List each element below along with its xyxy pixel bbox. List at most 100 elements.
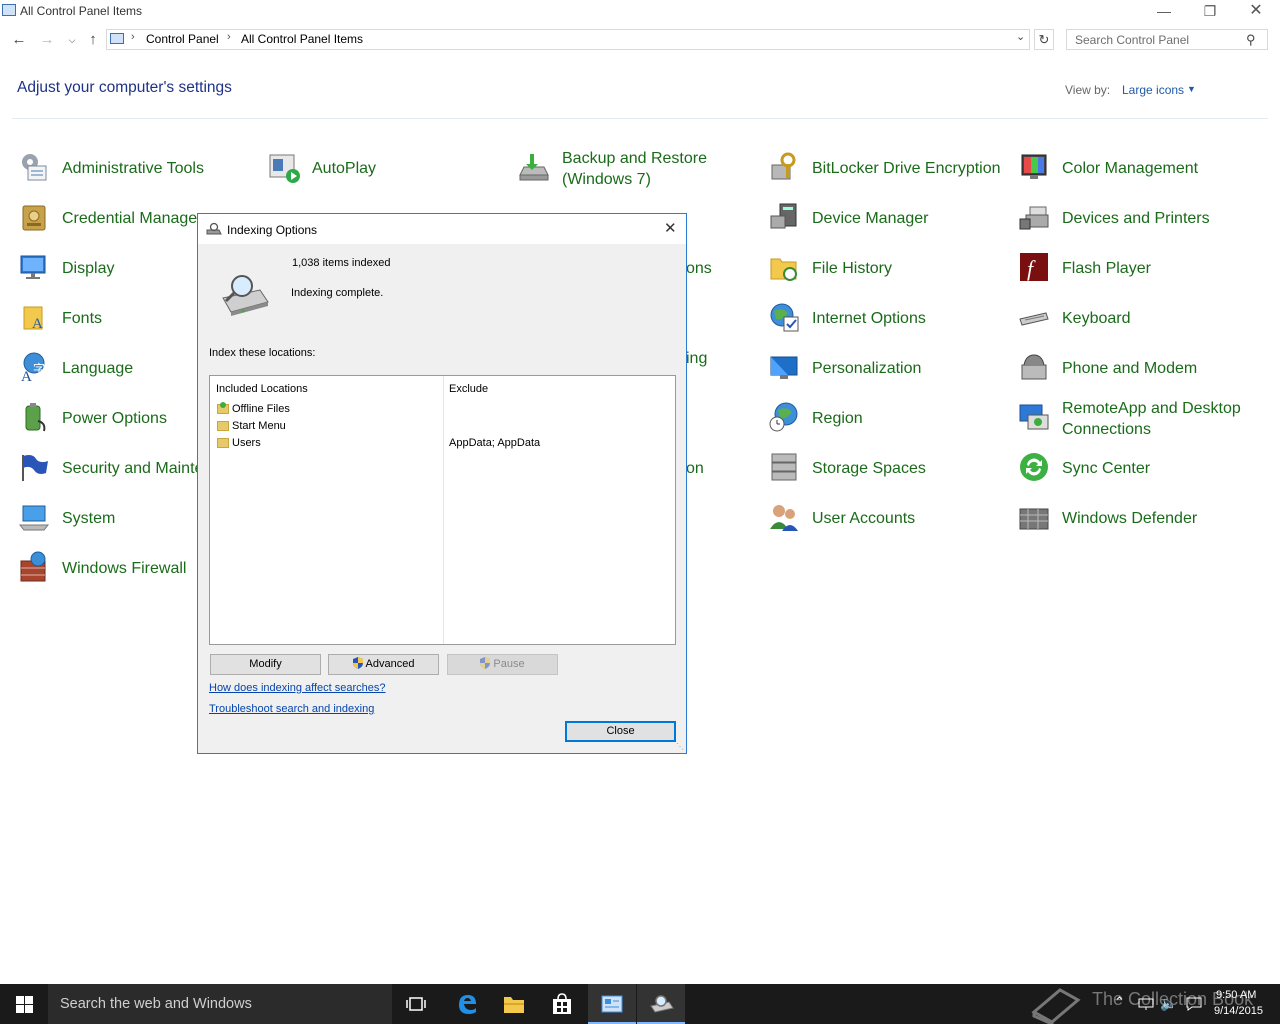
item-label[interactable]: Fonts	[62, 308, 102, 329]
column-header-included[interactable]: Included Locations	[216, 383, 308, 395]
list-item[interactable]: Start Menu	[215, 419, 675, 435]
restore-button[interactable]: ❐	[1187, 0, 1233, 24]
item-flash-player[interactable]: f Flash Player	[1018, 248, 1218, 288]
item-autoplay[interactable]: AutoPlay	[268, 148, 468, 188]
item-internet-options[interactable]: Internet Options	[768, 298, 968, 338]
chevron-up-icon[interactable]: ⌃	[1114, 994, 1125, 1010]
task-view-button[interactable]	[392, 984, 440, 1024]
item-label[interactable]: Windows Defender	[1062, 508, 1197, 529]
item-label[interactable]: Credential Manager	[62, 208, 203, 229]
item-label[interactable]: Phone and Modem	[1062, 358, 1197, 379]
up-button[interactable]: ↑	[83, 30, 103, 50]
item-label[interactable]: ing	[686, 348, 707, 369]
item-region[interactable]: Region	[768, 398, 968, 438]
item-label[interactable]: Personalization	[812, 358, 921, 379]
forward-button[interactable]: →	[37, 30, 57, 50]
item-bitlocker[interactable]: BitLocker Drive Encryption	[768, 148, 1008, 188]
item-user-accounts[interactable]: User Accounts	[768, 498, 968, 538]
item-label[interactable]: ons	[686, 258, 712, 279]
start-button[interactable]	[0, 984, 48, 1024]
item-label[interactable]: System	[62, 508, 115, 529]
item-label[interactable]: Keyboard	[1062, 308, 1131, 329]
item-windows-firewall[interactable]: Windows Firewall	[18, 548, 198, 588]
column-header-exclude[interactable]: Exclude	[449, 383, 488, 395]
item-color-management[interactable]: Color Management	[1018, 148, 1218, 188]
item-storage-spaces[interactable]: Storage Spaces	[768, 448, 968, 488]
recent-locations-button[interactable]: ⌵	[62, 30, 82, 50]
item-remoteapp[interactable]: RemoteApp and Desktop Connections	[1018, 398, 1258, 438]
modify-button[interactable]: Modify	[210, 654, 321, 675]
pause-button[interactable]: Pause	[447, 654, 558, 675]
taskbar-indexing-options[interactable]	[637, 984, 685, 1024]
item-partial-1[interactable]: ons	[686, 258, 726, 298]
chevron-down-icon[interactable]: ⌄	[1016, 30, 1025, 43]
item-label[interactable]: Device Manager	[812, 208, 929, 229]
close-button[interactable]: Close	[565, 721, 676, 742]
taskbar-file-explorer[interactable]	[490, 984, 538, 1024]
locations-list[interactable]: Included Locations Exclude Offline Files…	[209, 375, 676, 645]
clock-date[interactable]: 9/14/2015	[1214, 1005, 1263, 1017]
item-windows-defender[interactable]: Windows Defender	[1018, 498, 1218, 538]
item-partial-2[interactable]: ing	[686, 348, 726, 388]
taskbar-store[interactable]	[538, 984, 586, 1024]
chevron-right-icon[interactable]: ›	[131, 31, 135, 43]
item-label[interactable]: File History	[812, 258, 892, 279]
item-label[interactable]: User Accounts	[812, 508, 915, 529]
item-fonts[interactable]: A Fonts	[18, 298, 198, 338]
caret-down-icon[interactable]: ▼	[1187, 84, 1196, 94]
item-label-line1[interactable]: RemoteApp and Desktop	[1062, 400, 1241, 417]
taskbar-search-box[interactable]: Search the web and Windows	[48, 984, 392, 1024]
item-label[interactable]: Language	[62, 358, 133, 379]
item-keyboard[interactable]: Keyboard	[1018, 298, 1218, 338]
item-label[interactable]: Devices and Printers	[1062, 208, 1210, 229]
clock-time[interactable]: 9:50 AM	[1216, 989, 1256, 1001]
item-file-history[interactable]: File History	[768, 248, 968, 288]
list-item[interactable]: Users AppData; AppData	[215, 436, 675, 452]
breadcrumb-control-panel[interactable]: Control Panel	[146, 32, 219, 46]
item-system[interactable]: System	[18, 498, 198, 538]
close-window-button[interactable]: ✕	[1233, 0, 1279, 24]
item-display[interactable]: Display	[18, 248, 198, 288]
chevron-right-icon[interactable]: ›	[227, 31, 231, 43]
item-label[interactable]: Internet Options	[812, 308, 926, 329]
back-button[interactable]: ←	[9, 30, 29, 50]
item-device-manager[interactable]: Device Manager	[768, 198, 968, 238]
item-label[interactable]: Administrative Tools	[62, 158, 204, 179]
item-label[interactable]: Power Options	[62, 408, 167, 429]
item-administrative-tools[interactable]: Administrative Tools	[18, 148, 218, 188]
search-icon[interactable]: ⚲	[1246, 32, 1256, 48]
item-label[interactable]: Backup and Restore (Windows 7)	[562, 148, 707, 190]
item-sync-center[interactable]: Sync Center	[1018, 448, 1218, 488]
item-power-options[interactable]: Power Options	[18, 398, 198, 438]
item-label[interactable]: RemoteApp and Desktop Connections	[1062, 398, 1241, 440]
network-icon[interactable]	[1138, 998, 1154, 1010]
item-label[interactable]: Display	[62, 258, 114, 279]
indexing-help-link[interactable]: How does indexing affect searches?	[209, 682, 386, 694]
item-label[interactable]: BitLocker Drive Encryption	[812, 158, 1001, 179]
volume-icon[interactable]: 🔈	[1160, 995, 1177, 1012]
taskbar-control-panel[interactable]	[588, 984, 636, 1024]
taskbar-edge[interactable]	[442, 984, 490, 1024]
action-center-icon[interactable]	[1186, 997, 1202, 1011]
item-label[interactable]: Storage Spaces	[812, 458, 926, 479]
item-language[interactable]: A字 Language	[18, 348, 198, 388]
troubleshoot-link[interactable]: Troubleshoot search and indexing	[209, 703, 374, 715]
item-personalization[interactable]: Personalization	[768, 348, 968, 388]
dialog-close-icon[interactable]: ✕	[664, 219, 677, 237]
item-partial-3[interactable]: on	[686, 458, 726, 498]
item-label[interactable]: Sync Center	[1062, 458, 1150, 479]
item-label[interactable]: Color Management	[1062, 158, 1198, 179]
refresh-button[interactable]: ↻	[1034, 29, 1054, 50]
minimize-button[interactable]: —	[1141, 0, 1187, 24]
item-credential-manager[interactable]: Credential Manager	[18, 198, 203, 238]
breadcrumb-all-items[interactable]: All Control Panel Items	[241, 32, 363, 46]
item-security-and-maintenance[interactable]: Security and Maintenance	[18, 448, 247, 488]
item-backup-and-restore[interactable]: Backup and Restore (Windows 7)	[518, 148, 738, 188]
item-label[interactable]: Flash Player	[1062, 258, 1151, 279]
advanced-button[interactable]: Advanced	[328, 654, 439, 675]
list-item[interactable]: Offline Files	[215, 402, 675, 418]
item-phone-and-modem[interactable]: Phone and Modem	[1018, 348, 1218, 388]
item-label[interactable]: on	[686, 458, 704, 479]
item-label-line2[interactable]: Connections	[1062, 421, 1151, 438]
item-label[interactable]: Region	[812, 408, 863, 429]
